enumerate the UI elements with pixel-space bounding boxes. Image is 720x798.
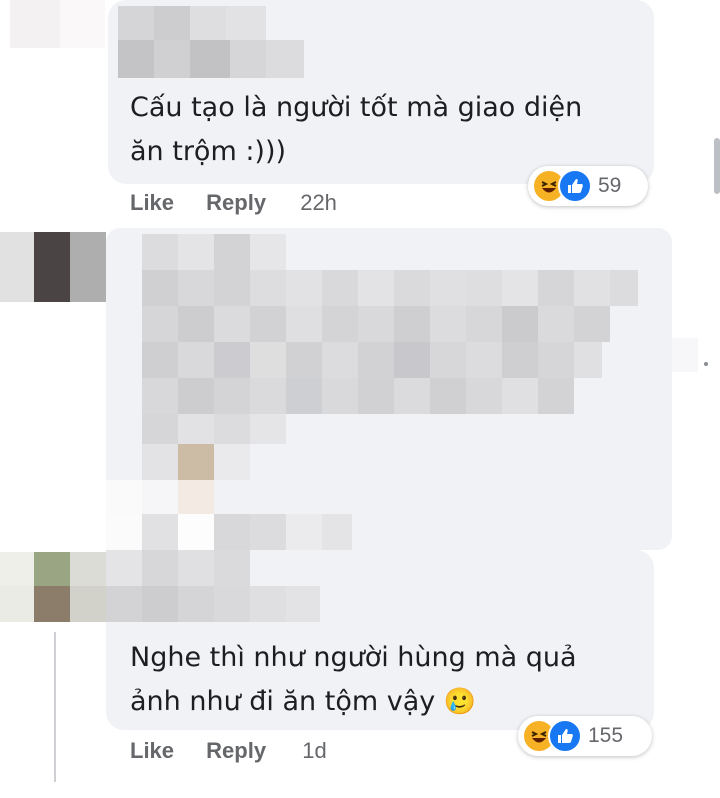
- blurred-fragment: [704, 362, 708, 366]
- reaction-summary-3[interactable]: 155: [518, 716, 652, 756]
- like-icon: [558, 169, 592, 203]
- like-button[interactable]: Like: [130, 738, 174, 764]
- scrollbar-thumb[interactable]: [714, 138, 720, 194]
- comment-line-text: ảnh như đi ăn tộm vậy: [130, 686, 436, 717]
- blurred-fragment: [672, 338, 698, 372]
- comment-line: Nghe thì như người hùng mà quả: [130, 642, 577, 673]
- smiling-face-with-tear-icon: 🥲: [443, 687, 477, 717]
- reaction-count: 59: [598, 174, 622, 197]
- like-button[interactable]: Like: [130, 190, 174, 216]
- thread-line: [54, 632, 56, 782]
- comment-actions-3: Like Reply 1d: [130, 738, 327, 764]
- commenter-name-blurred[interactable]: [106, 550, 320, 626]
- comment-text-1: Cấu tạo là người tốt mà giao diện ăn trộ…: [130, 86, 582, 174]
- commenter-name-blurred[interactable]: [118, 6, 304, 78]
- reaction-summary-1[interactable]: 59: [528, 166, 648, 206]
- comment-bubble-1: Cấu tạo là người tốt mà giao diện ăn trộ…: [108, 0, 654, 184]
- comment-line: ảnh như đi ăn tộm vậy 🥲: [130, 680, 577, 724]
- avatar-blurred[interactable]: [0, 232, 106, 304]
- avatar-blurred[interactable]: [0, 552, 106, 624]
- comment-text-3: Nghe thì như người hùng mà quả ảnh như đ…: [130, 636, 577, 724]
- comment-bubble-2-blurred: [106, 228, 672, 550]
- comment-line: Cấu tạo là người tốt mà giao diện: [130, 92, 583, 123]
- reply-button[interactable]: Reply: [206, 190, 266, 216]
- comment-timestamp[interactable]: 22h: [300, 190, 337, 216]
- comment-bubble-3: Nghe thì như người hùng mà quả ảnh như đ…: [106, 550, 654, 730]
- reaction-count: 155: [588, 724, 624, 747]
- comment-actions-1: Like Reply 22h: [130, 190, 337, 216]
- avatar-blurred[interactable]: [0, 0, 110, 50]
- like-icon: [548, 719, 582, 753]
- comment-line: ăn trộm :))): [130, 136, 287, 167]
- comment-timestamp[interactable]: 1d: [302, 738, 326, 764]
- reply-button[interactable]: Reply: [206, 738, 266, 764]
